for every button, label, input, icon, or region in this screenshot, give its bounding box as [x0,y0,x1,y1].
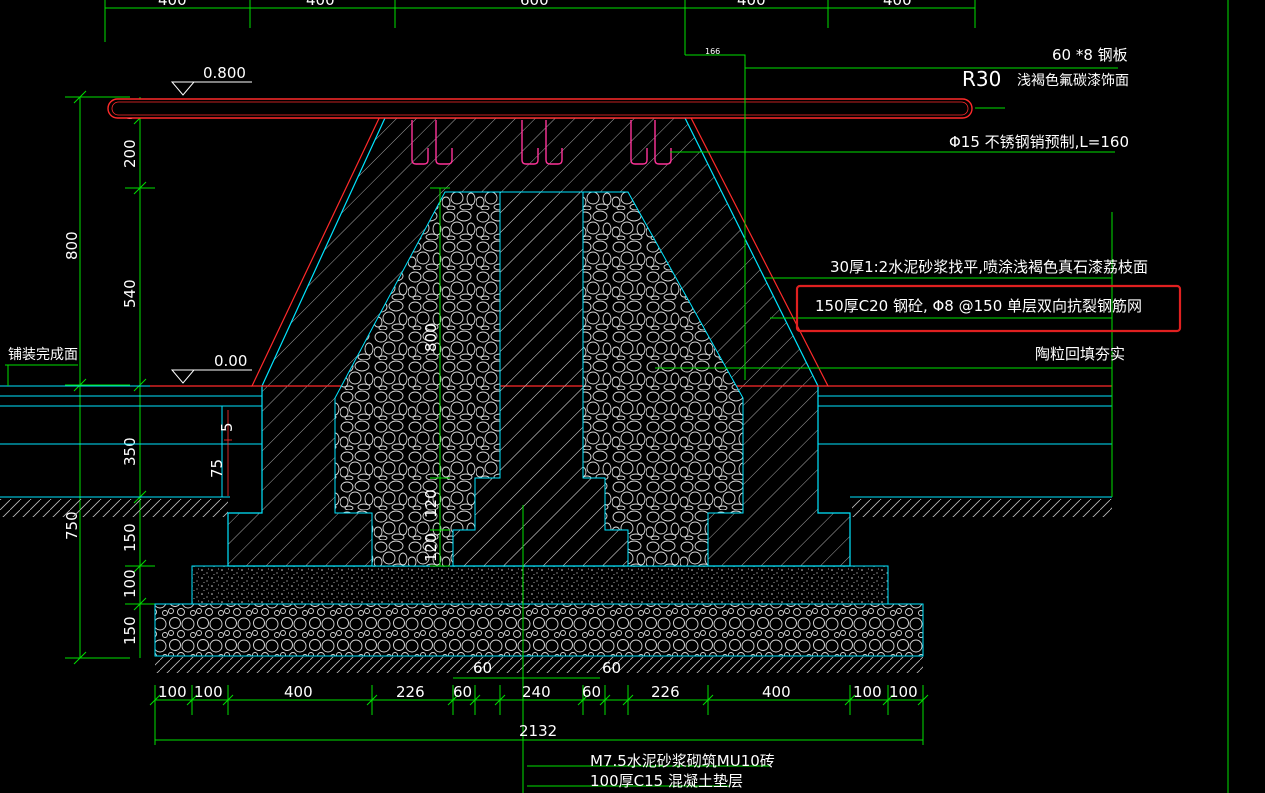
mortar-label: 30厚1:2水泥砂浆找平,喷涂浅褐色真石漆荔枝面 [830,258,1148,276]
bottom-dim-label: 240 [522,683,551,701]
bottom-dim-label: 400 [284,683,313,701]
paving-label: 铺装完成面 [8,347,78,363]
backfill-label: 陶粒回填夯实 [1035,345,1125,363]
small-dim-b: 75 [208,459,226,478]
bottom-dim-label: 60 [453,683,472,701]
gravel-layer [154,603,924,657]
dim-cap-label: 200 [121,139,139,168]
left-dimension-lines [65,90,155,665]
bottom-dim-label: 60 [582,683,601,701]
leader-dim-label: 166 [705,47,720,56]
small-dim-a: 5 [218,422,236,432]
dim-base-label: 350 [121,437,139,466]
dim-slope-label: 540 [121,279,139,308]
pin-label: Φ15 不锈钢销预制,L=160 [949,133,1129,151]
inner-dim-height: 800 [422,323,440,352]
bottom-dim-label: 100 [158,683,187,701]
cad-section-drawing: 400 400 600 400 400 60 200 800 540 350 7… [0,0,1229,793]
inner-dim-step-a: 120 [422,489,440,518]
earth-under [155,657,923,673]
total-width-label: 2132 [519,722,557,740]
bottom-dim-label: 100 [889,683,918,701]
coating-label: 浅褐色氟碳漆饰面 [1017,72,1129,89]
upper-dim-left: 60 [473,659,492,677]
dim-gravel-label: 150 [121,616,139,645]
dim-total-upper-label: 800 [63,231,81,260]
brick-label: M7.5水泥砂浆砌筑MU10砖 [590,752,775,770]
paving-layers-right [818,385,1112,498]
top-dim-label: 400 [737,0,766,9]
bottom-dim-label: 400 [762,683,791,701]
level-marker-top [170,81,252,96]
level-top-label: 0.800 [203,64,246,82]
dim-step-label: 150 [121,523,139,552]
earth-hatch-left [0,499,228,517]
cushion-label: 100厚C15 混凝土垫层 [590,772,743,790]
bottom-dim-label: 100 [853,683,882,701]
earth-hatch-right [852,499,1112,517]
top-dim-label: 400 [306,0,335,9]
upper-dim-right: 60 [602,659,621,677]
bottom-dim-label: 226 [396,683,425,701]
bottom-dim-label: 226 [651,683,680,701]
left-dim-labels: 60 200 800 540 350 750 150 100 150 [63,101,139,645]
concrete-label: 150厚C20 钢砼, Φ8 @150 单层双向抗裂钢筋网 [815,297,1142,315]
top-dim-label: 400 [158,0,187,9]
dim-cushion-label: 100 [121,569,139,598]
inner-dim-step-b: 120 [422,533,440,562]
level-marker-ground [170,369,252,384]
radius-label: R30 [962,67,1001,91]
bottom-dim-label: 100 [194,683,223,701]
top-dim-label: 600 [520,0,549,9]
top-dim-label: 400 [883,0,912,9]
cushion-layer [191,565,889,605]
steel-plate-label: 60 *8 钢板 [1052,46,1128,64]
level-ground-label: 0.00 [214,352,247,370]
